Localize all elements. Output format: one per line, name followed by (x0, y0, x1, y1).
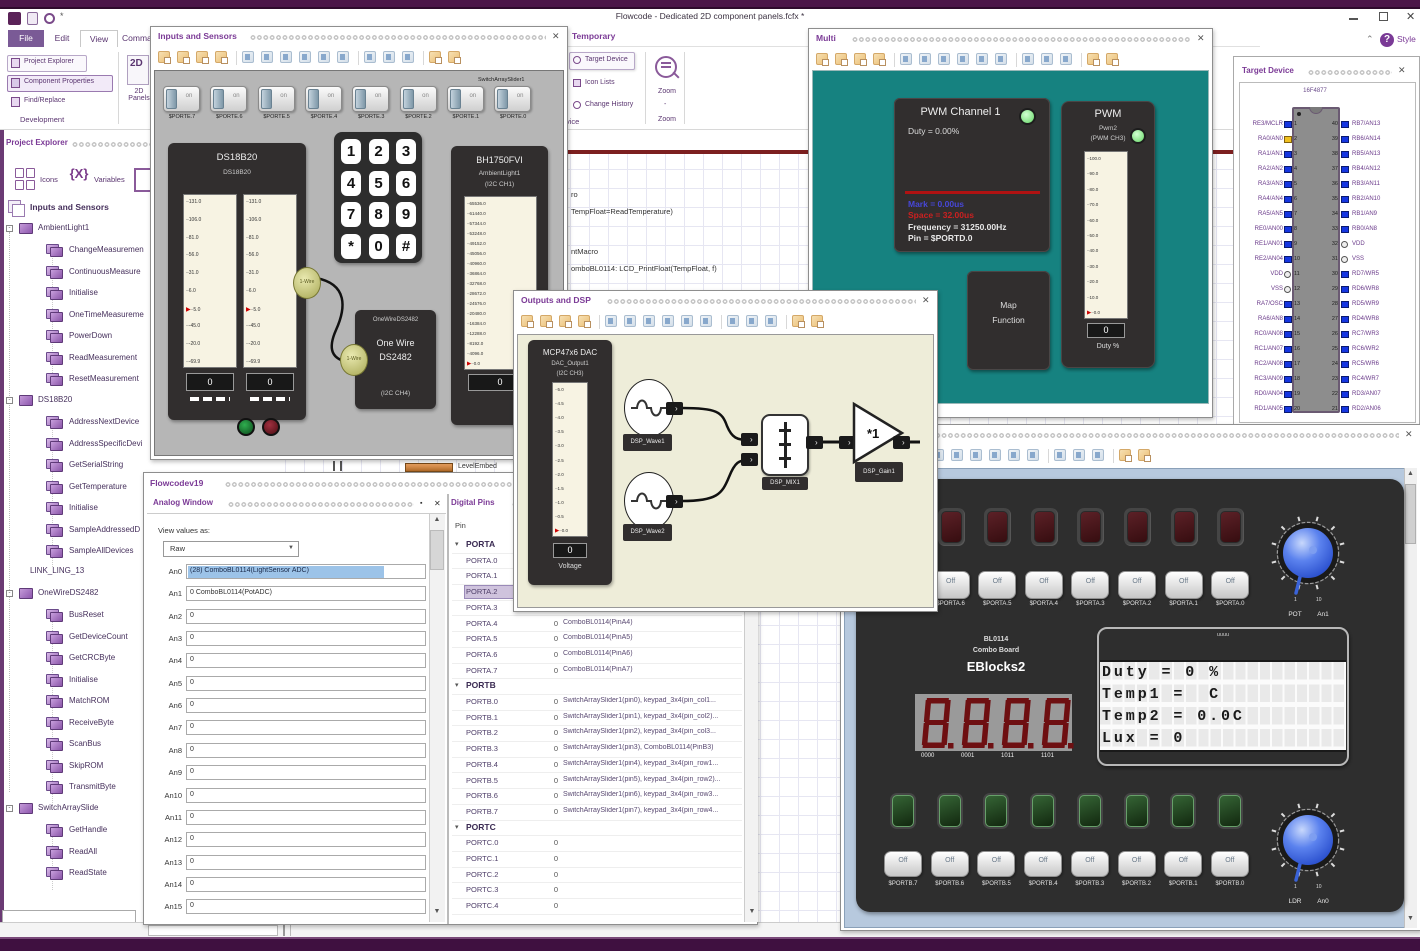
svg-text:*1: *1 (867, 426, 879, 441)
